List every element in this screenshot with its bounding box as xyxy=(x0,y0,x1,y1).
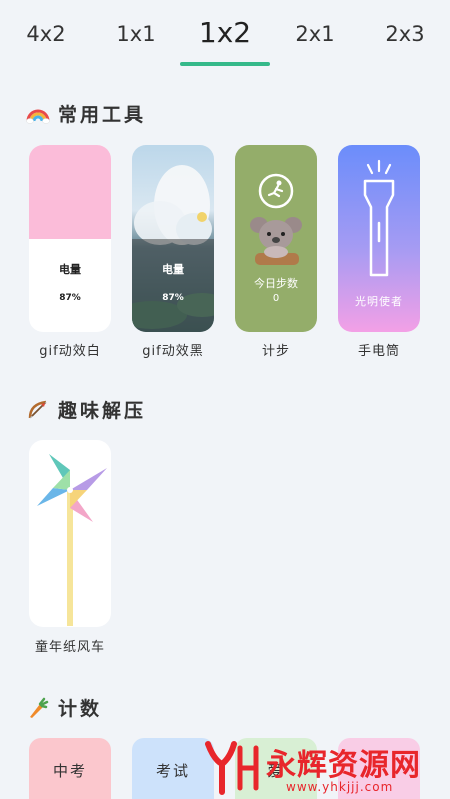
card-label-pinwheel: 童年纸风车 xyxy=(34,640,106,655)
battery-value: 87% xyxy=(59,293,81,303)
tab-1x2[interactable]: 1x2 xyxy=(199,16,251,49)
count-card-text: 中考 xyxy=(52,762,87,780)
bow-and-arrow-icon xyxy=(26,398,50,422)
card-label-pedometer: 计步 xyxy=(261,344,291,359)
battery-level-fill xyxy=(29,145,111,239)
steps-label: 今日步数 xyxy=(254,277,298,290)
battery-label: 电量 xyxy=(59,263,81,276)
card-label-flashlight: 手电筒 xyxy=(357,344,401,359)
watermark: 永辉资源网 www.yhkjjj.com xyxy=(200,738,450,799)
watermark-brand: 永辉资源网 xyxy=(266,748,421,783)
carrot-icon xyxy=(26,696,50,720)
section-title-count: 计数 xyxy=(26,694,102,721)
widget-card-gif-white[interactable]: 电量 87% xyxy=(29,145,111,332)
count-card-zhongkao[interactable]: 中考 xyxy=(29,738,111,799)
widget-size-tabs: 4x2 1x1 1x2 2x1 2x3 xyxy=(0,0,450,66)
battery-overlay xyxy=(132,239,214,332)
widget-card-pinwheel[interactable] xyxy=(29,440,111,627)
widget-card-pedometer[interactable]: 今日步数 0 xyxy=(235,145,317,332)
section-title-tools: 常用工具 xyxy=(26,100,146,127)
pinwheel-illustration xyxy=(37,454,107,626)
steps-value: 0 xyxy=(272,293,280,304)
tab-2x3[interactable]: 2x3 xyxy=(385,22,424,46)
section-title-fun: 趣味解压 xyxy=(26,396,146,423)
widget-card-flashlight[interactable]: 光明使者 xyxy=(338,145,420,332)
card-label-gif-black: gif动效黑 xyxy=(142,344,204,359)
tab-4x2[interactable]: 4x2 xyxy=(26,22,65,46)
section-title-text: 计数 xyxy=(58,698,103,720)
battery-label: 电量 xyxy=(162,263,184,276)
section-title-text: 趣味解压 xyxy=(58,400,147,422)
active-tab-indicator xyxy=(180,62,270,66)
tab-1x1[interactable]: 1x1 xyxy=(116,22,155,46)
tab-2x1[interactable]: 2x1 xyxy=(295,22,334,46)
card-label-gif-white: gif动效白 xyxy=(39,344,101,359)
watermark-url: www.yhkjjj.com xyxy=(286,780,394,794)
section-title-text: 常用工具 xyxy=(58,104,147,126)
widget-card-gif-black[interactable]: 电量 87% xyxy=(132,145,214,332)
battery-value: 87% xyxy=(162,293,184,303)
flashlight-caption: 光明使者 xyxy=(355,295,403,308)
rainbow-icon xyxy=(26,102,50,126)
